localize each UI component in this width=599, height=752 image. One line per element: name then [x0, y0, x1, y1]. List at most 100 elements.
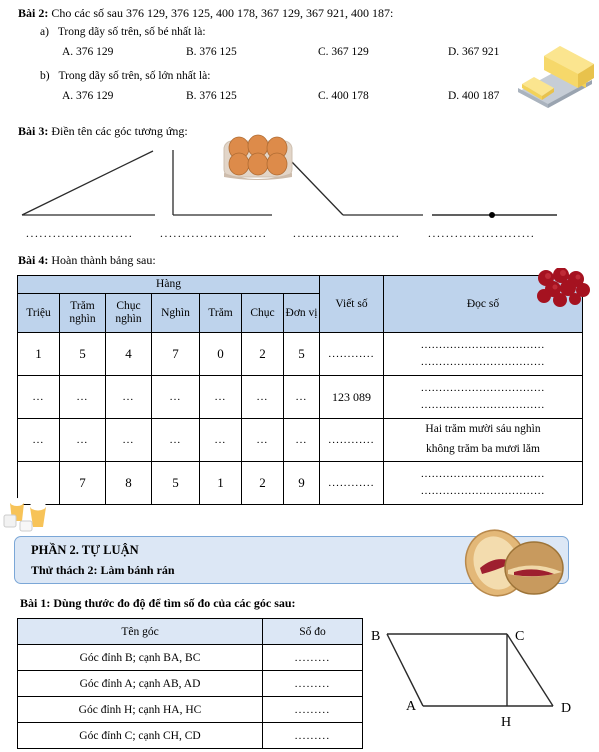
angle-name-2: Góc đỉnh A; cạnh AB, AD: [17, 670, 263, 697]
bai2-part-b-prompt: b) Trong dãy số trên, số lớn nhất là:: [40, 70, 210, 82]
place-header-nghin: Nghìn: [151, 293, 200, 333]
bai2-b-option-d[interactable]: D. 400 187: [448, 90, 499, 102]
cell-r4-chuc[interactable]: 2: [241, 461, 284, 505]
bai4-label: Bài 4:: [18, 253, 49, 267]
cell-r3-chuc[interactable]: ...: [241, 418, 284, 462]
bai3-blank-3[interactable]: ........................: [293, 228, 400, 240]
cell-r3-nghin[interactable]: ...: [151, 418, 200, 462]
phan2-title: PHẦN 2. TỰ LUẬN: [31, 543, 139, 557]
table-row: 7 8 5 1 2 9 ............ ...............…: [17, 461, 583, 505]
table-row: Góc đỉnh H; cạnh HA, HC .........: [17, 696, 363, 723]
cell-r3-tram[interactable]: ...: [199, 418, 242, 462]
cell-r1-viet-so[interactable]: ............: [319, 332, 384, 376]
angle-measure-1[interactable]: .........: [262, 644, 363, 671]
vertex-label-h: H: [501, 715, 511, 730]
cell-r2-doc-so-line1: ..................................: [420, 381, 546, 394]
pancake-image: [458, 528, 566, 601]
table-row: Góc đỉnh C; cạnh CH, CD .........: [17, 722, 363, 749]
cell-r1-nghin[interactable]: 7: [151, 332, 200, 376]
bai1-prompt: Dùng thước đo độ để tìm số đo của các gó…: [53, 596, 296, 610]
cell-r3-trieu[interactable]: ...: [17, 418, 60, 462]
bai2-part-a-text: Trong dãy số trên, số bé nhất là:: [57, 26, 206, 38]
bai3-answer-blanks: ........................ ...............…: [0, 228, 599, 244]
worksheet-page: Bài 2: Cho các số sau 376 129, 376 125, …: [0, 0, 599, 752]
angle-measure-3[interactable]: .........: [262, 696, 363, 723]
cell-r2-trieu[interactable]: ...: [17, 375, 60, 419]
angle-name-1: Góc đỉnh B; cạnh BA, BC: [17, 644, 263, 671]
obtuse-angle-figure: [290, 160, 423, 216]
place-header-chuc-nghin: Chục nghìn: [105, 293, 152, 333]
bai2-prompt: Cho các số sau 376 129, 376 125, 400 178…: [51, 6, 394, 20]
bai3-blank-1[interactable]: ........................: [26, 228, 133, 240]
cell-r2-nghin[interactable]: ...: [151, 375, 200, 419]
cell-r4-doc-so-line1: ..................................: [420, 467, 546, 480]
cell-r3-viet-so[interactable]: ............: [319, 418, 384, 462]
bai2-b-option-a[interactable]: A. 376 129: [62, 90, 113, 102]
cell-r2-tram-nghin[interactable]: ...: [59, 375, 106, 419]
phan2-subtitle: Thử thách 2: Làm bánh rán: [31, 563, 175, 577]
parallelogram-figure: B C A H D: [371, 629, 571, 730]
cell-r4-doc-so[interactable]: .................................. .....…: [383, 461, 583, 505]
straight-angle-vertex-dot: [489, 212, 495, 218]
egg-carton-image: [222, 133, 294, 186]
cell-r1-chuc[interactable]: 2: [241, 332, 284, 376]
cell-r4-tram-nghin[interactable]: 7: [59, 461, 106, 505]
vertex-label-b: B: [371, 629, 380, 644]
bai2-part-a-prompt: a) Trong dãy số trên, số bé nhất là:: [40, 26, 206, 38]
bai2-b-option-b[interactable]: B. 376 125: [186, 90, 237, 102]
bai2-a-option-c[interactable]: C. 367 129: [318, 46, 369, 58]
cell-r4-viet-so[interactable]: ............: [319, 461, 384, 505]
cell-r2-chuc-nghin[interactable]: ...: [105, 375, 152, 419]
bai3-blank-4[interactable]: ........................: [428, 228, 535, 240]
cell-r3-don-vi[interactable]: ...: [283, 418, 320, 462]
bai4-heading: Bài 4: Hoàn thành bảng sau:: [18, 253, 156, 268]
cell-r4-tram[interactable]: 1: [199, 461, 242, 505]
angle-name-4: Góc đỉnh C; cạnh CH, CD: [17, 722, 263, 749]
drinks-image: [2, 487, 62, 538]
cell-r3-chuc-nghin[interactable]: ...: [105, 418, 152, 462]
viet-so-header: Viết số: [319, 275, 384, 333]
cell-r4-doc-so-line2: ..................................: [420, 485, 546, 497]
table-row: Góc đỉnh B; cạnh BA, BC .........: [17, 644, 363, 671]
bai2-heading: Bài 2: Cho các số sau 376 129, 376 125, …: [18, 6, 393, 21]
cell-r1-tram-nghin[interactable]: 5: [59, 332, 106, 376]
cell-r1-trieu[interactable]: 1: [17, 332, 60, 376]
cell-r4-nghin[interactable]: 5: [151, 461, 200, 505]
cell-r3-tram-nghin[interactable]: ...: [59, 418, 106, 462]
angle-measure-4[interactable]: .........: [262, 722, 363, 749]
cell-r2-chuc[interactable]: ...: [241, 375, 284, 419]
so-do-header: Số đo: [262, 618, 363, 645]
bai3-blank-2[interactable]: ........................: [160, 228, 267, 240]
bai2-a-option-d[interactable]: D. 367 921: [448, 46, 499, 58]
bai1-heading: Bài 1: Dùng thước đo độ để tìm số đo của…: [20, 596, 296, 611]
bai2-b-option-c[interactable]: C. 400 178: [318, 90, 369, 102]
cell-r2-viet-so[interactable]: 123 089: [319, 375, 384, 419]
cell-r3-doc-so-line1: Hai trăm mười sáu nghìn: [425, 423, 541, 436]
cell-r1-tram[interactable]: 0: [199, 332, 242, 376]
bai3-angle-figures: [0, 136, 599, 226]
cell-r4-don-vi[interactable]: 9: [283, 461, 320, 505]
vertex-label-d: D: [561, 701, 571, 716]
angle-measure-table: Tên góc Số đo Góc đỉnh B; cạnh BA, BC ..…: [17, 618, 363, 749]
place-header-trieu: Triệu: [17, 293, 60, 333]
cherries-image: [534, 267, 592, 315]
cell-r1-chuc-nghin[interactable]: 4: [105, 332, 152, 376]
cell-r4-chuc-nghin[interactable]: 8: [105, 461, 152, 505]
place-value-table: Hàng Viết số Đọc số Triệu Trăm nghìn Chụ…: [17, 275, 583, 505]
cell-r1-doc-so-line1: ..................................: [420, 338, 546, 351]
bai2-a-option-b[interactable]: B. 376 125: [186, 46, 237, 58]
table-row: Góc đỉnh A; cạnh AB, AD .........: [17, 670, 363, 697]
cell-r1-doc-so[interactable]: .................................. .....…: [383, 332, 583, 376]
place-header-don-vi: Đơn vị: [283, 293, 320, 333]
butter-dish-image: [508, 40, 594, 113]
table-row: 1 5 4 7 0 2 5 ............ .............…: [17, 332, 583, 376]
vertex-label-c: C: [515, 629, 524, 644]
angle-measure-2[interactable]: .........: [262, 670, 363, 697]
cell-r2-tram[interactable]: ...: [199, 375, 242, 419]
table-row: ... ... ... ... ... ... ... 123 089 ....…: [17, 375, 583, 419]
cell-r2-doc-so[interactable]: .................................. .....…: [383, 375, 583, 419]
cell-r1-don-vi[interactable]: 5: [283, 332, 320, 376]
bai2-a-option-a[interactable]: A. 376 129: [62, 46, 113, 58]
cell-r2-don-vi[interactable]: ...: [283, 375, 320, 419]
angle-table-head-row: Tên góc Số đo: [17, 618, 363, 645]
